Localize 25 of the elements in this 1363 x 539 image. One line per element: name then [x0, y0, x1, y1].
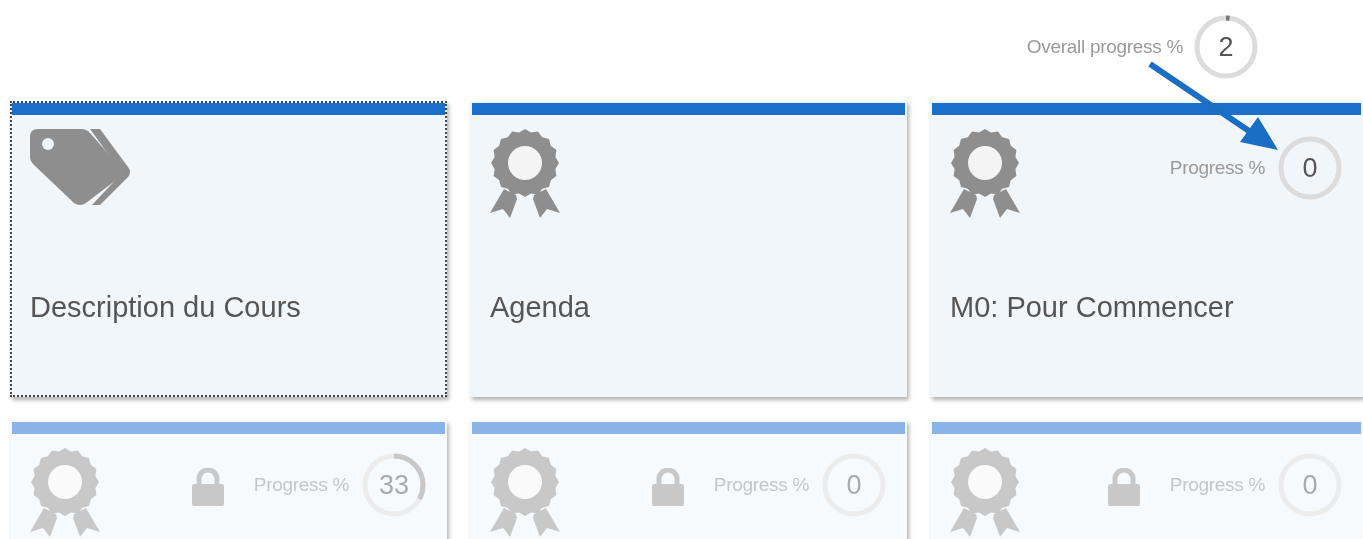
tag-icon	[30, 127, 132, 207]
progress-ring	[361, 452, 427, 518]
course-card[interactable]: Description du Cours	[10, 101, 447, 397]
card-title: M0: Pour Commencer	[950, 291, 1235, 324]
award-icon	[950, 127, 1020, 219]
course-card[interactable]: Agenda	[470, 101, 907, 397]
progress-value: 33	[378, 470, 409, 500]
progress-label: Progress %	[1169, 157, 1265, 179]
award-icon	[30, 446, 100, 538]
progress-label: Overall progress %	[1026, 36, 1183, 58]
course-card[interactable]: Progress % 0 M0: Pour Commencer	[930, 101, 1363, 397]
award-icon	[950, 446, 1020, 538]
progress-value: 0	[1302, 470, 1318, 500]
progress-value: 0	[846, 470, 862, 500]
card-title: Agenda	[490, 291, 591, 324]
lock-icon	[651, 468, 684, 506]
progress-value: 2	[1218, 32, 1234, 62]
progress-ring	[1193, 14, 1259, 80]
lock-icon	[191, 468, 224, 506]
award-icon	[490, 446, 560, 538]
lock-icon	[1107, 468, 1140, 506]
progress-value: 0	[1302, 153, 1318, 183]
progress-ring	[1277, 135, 1343, 201]
award-icon	[490, 127, 560, 219]
card-title: Description du Cours	[30, 291, 302, 324]
